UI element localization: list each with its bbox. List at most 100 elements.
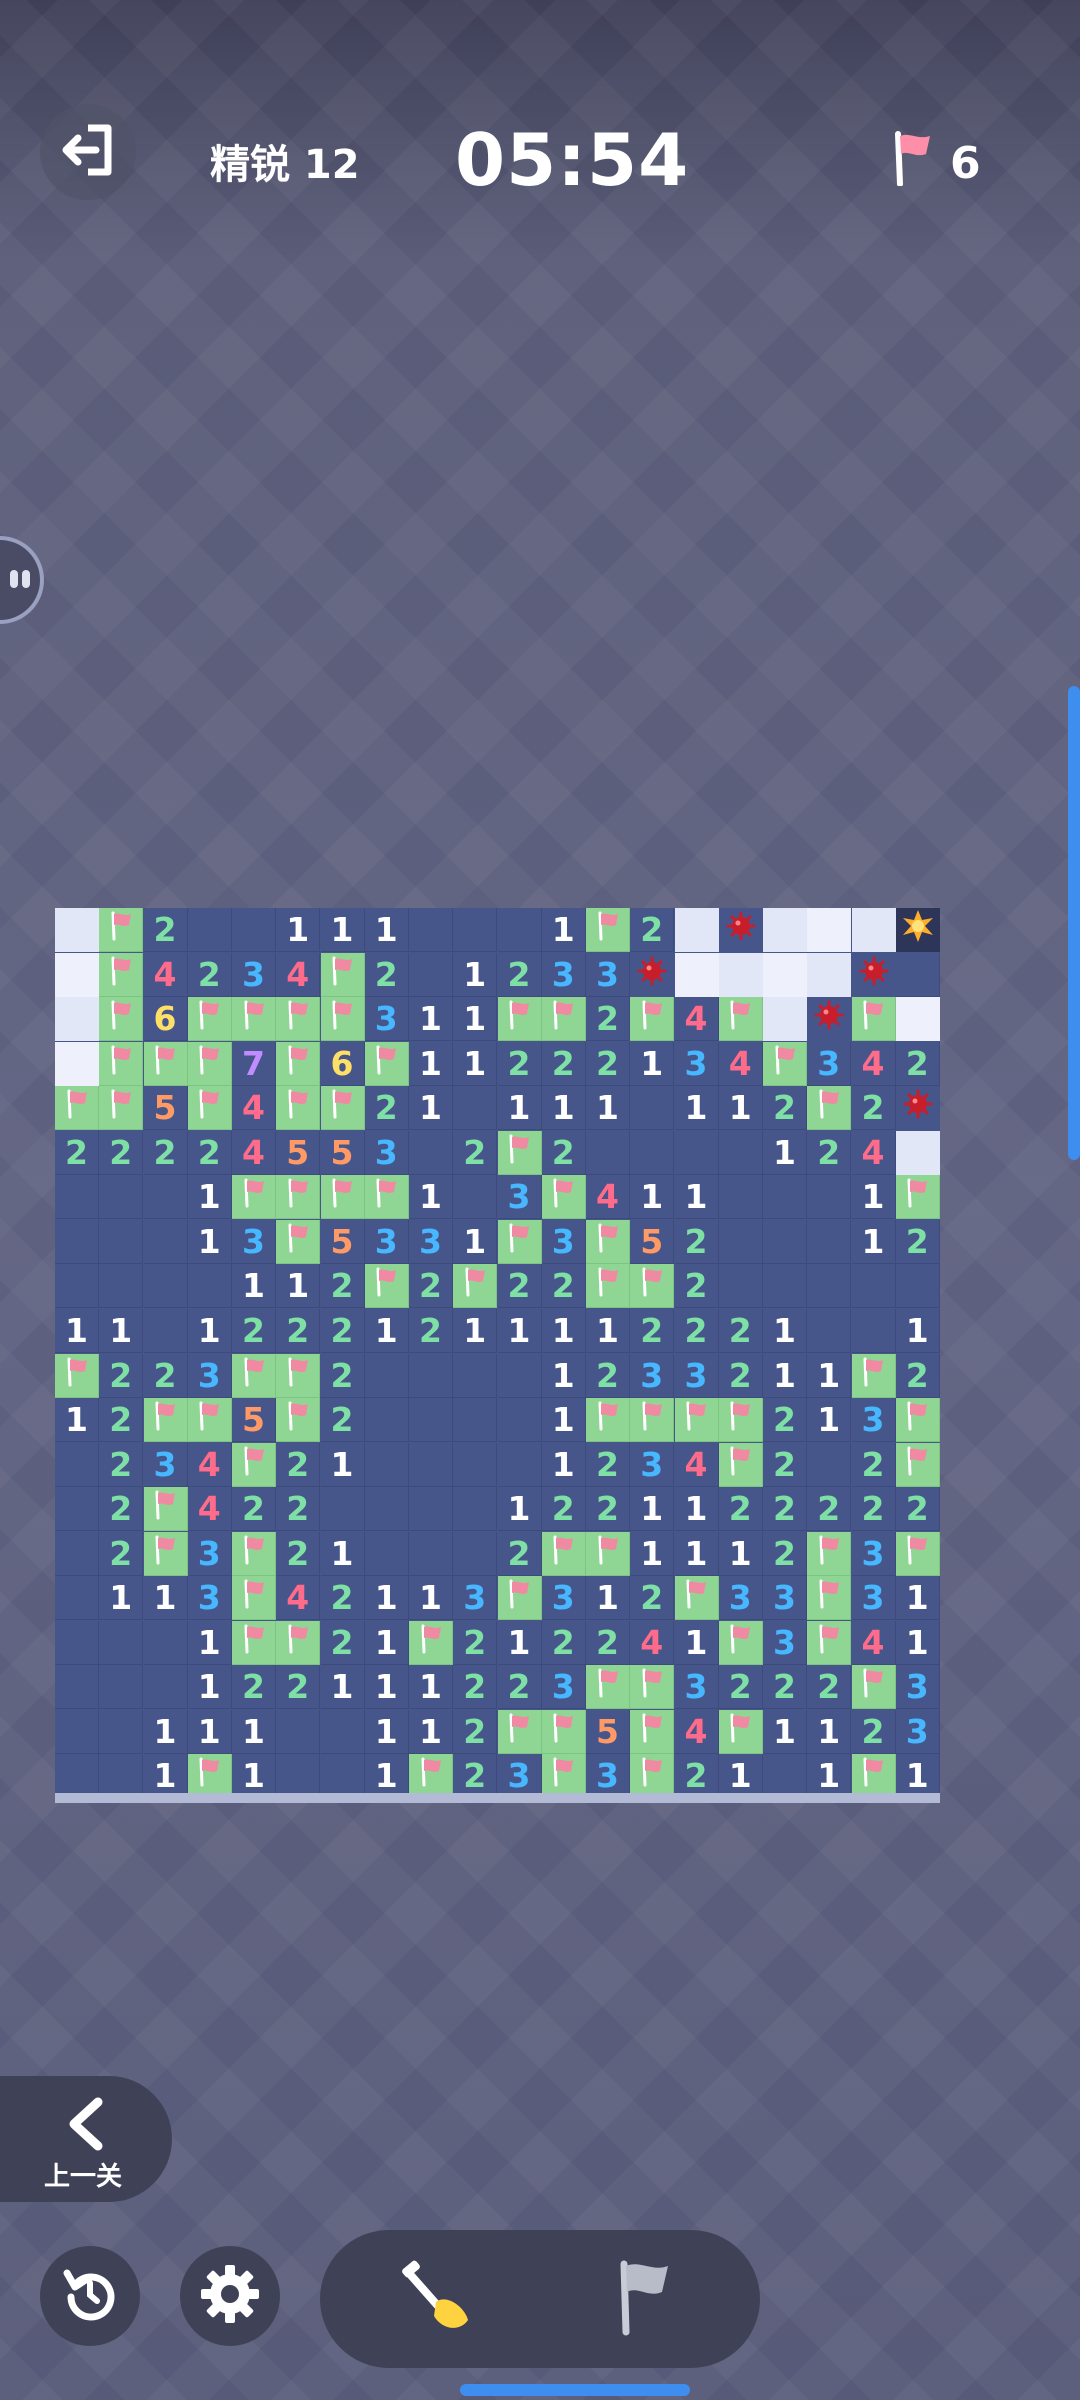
empty-cell[interactable] [453,908,498,952]
number-cell[interactable]: 3 [763,1576,807,1621]
number-cell[interactable]: 2 [763,1442,807,1487]
empty-cell[interactable] [807,1219,852,1264]
empty-cell[interactable] [55,1709,99,1754]
number-cell[interactable]: 1 [276,1264,321,1309]
number-cell[interactable]: 1 [763,1130,807,1175]
number-cell[interactable]: 4 [674,997,719,1042]
number-cell[interactable]: 1 [409,1175,453,1220]
number-cell[interactable]: 2 [763,1665,807,1710]
number-cell[interactable]: 3 [143,1442,188,1487]
empty-cell[interactable] [807,1175,852,1220]
number-cell[interactable]: 3 [409,1219,453,1264]
flagged-cell[interactable] [187,1041,232,1086]
number-cell[interactable]: 2 [895,1353,940,1398]
flagged-cell[interactable] [586,908,630,952]
empty-cell[interactable] [453,1353,498,1398]
number-cell[interactable]: 1 [586,1086,630,1131]
number-cell[interactable]: 2 [630,908,675,952]
number-cell[interactable]: 1 [409,1709,453,1754]
exploded-mine-cell[interactable] [895,908,940,952]
number-cell[interactable]: 1 [187,1308,232,1353]
number-cell[interactable]: 2 [497,952,542,997]
empty-cell[interactable] [718,1175,763,1220]
number-cell[interactable]: 1 [541,1353,586,1398]
number-cell[interactable]: 1 [364,1308,409,1353]
number-cell[interactable]: 1 [320,1665,365,1710]
scrollbar[interactable] [1068,686,1080,1160]
number-cell[interactable]: 1 [453,1219,498,1264]
dig-tool-button[interactable] [390,2252,486,2348]
number-cell[interactable]: 2 [763,1531,807,1576]
number-cell[interactable]: 2 [143,1353,188,1398]
flagged-cell[interactable] [851,997,896,1042]
flagged-cell[interactable] [187,1086,232,1131]
empty-cell[interactable] [55,1665,99,1710]
number-cell[interactable]: 1 [497,1308,542,1353]
number-cell[interactable]: 1 [541,1398,586,1443]
flagged-cell[interactable] [320,952,365,997]
empty-cell[interactable] [409,908,453,952]
number-cell[interactable]: 2 [807,1487,852,1532]
number-cell[interactable]: 4 [851,1130,896,1175]
empty-cell[interactable] [763,1175,807,1220]
flagged-cell[interactable] [851,1754,896,1799]
empty-cell[interactable] [364,1531,409,1576]
empty-cell[interactable] [763,1754,807,1799]
empty-cell[interactable] [99,1264,144,1309]
number-cell[interactable]: 2 [320,1308,365,1353]
number-cell[interactable]: 1 [630,1531,675,1576]
number-cell[interactable]: 3 [718,1576,763,1621]
number-cell[interactable]: 5 [586,1709,630,1754]
number-cell[interactable]: 3 [187,1531,232,1576]
flagged-cell[interactable] [143,1041,188,1086]
empty-cell[interactable] [320,1754,365,1799]
empty-cell[interactable] [453,1175,498,1220]
mine-cell[interactable] [851,952,896,997]
flagged-cell[interactable] [586,1531,630,1576]
flagged-cell[interactable] [807,1620,852,1665]
empty-cell[interactable] [320,1709,365,1754]
number-cell[interactable]: 1 [674,1175,719,1220]
number-cell[interactable]: 4 [674,1709,719,1754]
number-cell[interactable]: 3 [895,1709,940,1754]
number-cell[interactable]: 3 [364,1219,409,1264]
number-cell[interactable]: 1 [807,1353,852,1398]
flagged-cell[interactable] [99,952,144,997]
number-cell[interactable]: 2 [541,1041,586,1086]
empty-cell[interactable] [409,1130,453,1175]
number-cell[interactable]: 2 [364,1086,409,1131]
number-cell[interactable]: 3 [187,1576,232,1621]
number-cell[interactable]: 1 [807,1398,852,1443]
flagged-cell[interactable] [276,1620,321,1665]
number-cell[interactable]: 2 [630,1308,675,1353]
number-cell[interactable]: 2 [586,1487,630,1532]
empty-cell[interactable] [718,1130,763,1175]
number-cell[interactable]: 3 [674,1665,719,1710]
empty-cell[interactable] [497,1442,542,1487]
empty-cell[interactable] [453,1398,498,1443]
number-cell[interactable]: 1 [409,1086,453,1131]
number-cell[interactable]: 1 [763,1353,807,1398]
empty-cell[interactable] [851,1308,896,1353]
number-cell[interactable]: 1 [895,1620,940,1665]
flagged-cell[interactable] [364,1041,409,1086]
number-cell[interactable]: 3 [541,952,586,997]
number-cell[interactable]: 4 [851,1620,896,1665]
number-cell[interactable]: 1 [497,1086,542,1131]
flagged-cell[interactable] [497,1219,542,1264]
hidden-cell[interactable] [763,908,807,952]
number-cell[interactable]: 1 [453,952,498,997]
hidden-cell[interactable] [674,952,719,997]
flagged-cell[interactable] [630,997,675,1042]
hidden-cell[interactable] [718,952,763,997]
flagged-cell[interactable] [851,1665,896,1710]
empty-cell[interactable] [409,952,453,997]
number-cell[interactable]: 1 [364,1620,409,1665]
number-cell[interactable]: 1 [187,1175,232,1220]
number-cell[interactable]: 1 [320,1531,365,1576]
number-cell[interactable]: 3 [674,1041,719,1086]
flagged-cell[interactable] [895,1531,940,1576]
number-cell[interactable]: 2 [320,1398,365,1443]
empty-cell[interactable] [409,1531,453,1576]
empty-cell[interactable] [497,1353,542,1398]
